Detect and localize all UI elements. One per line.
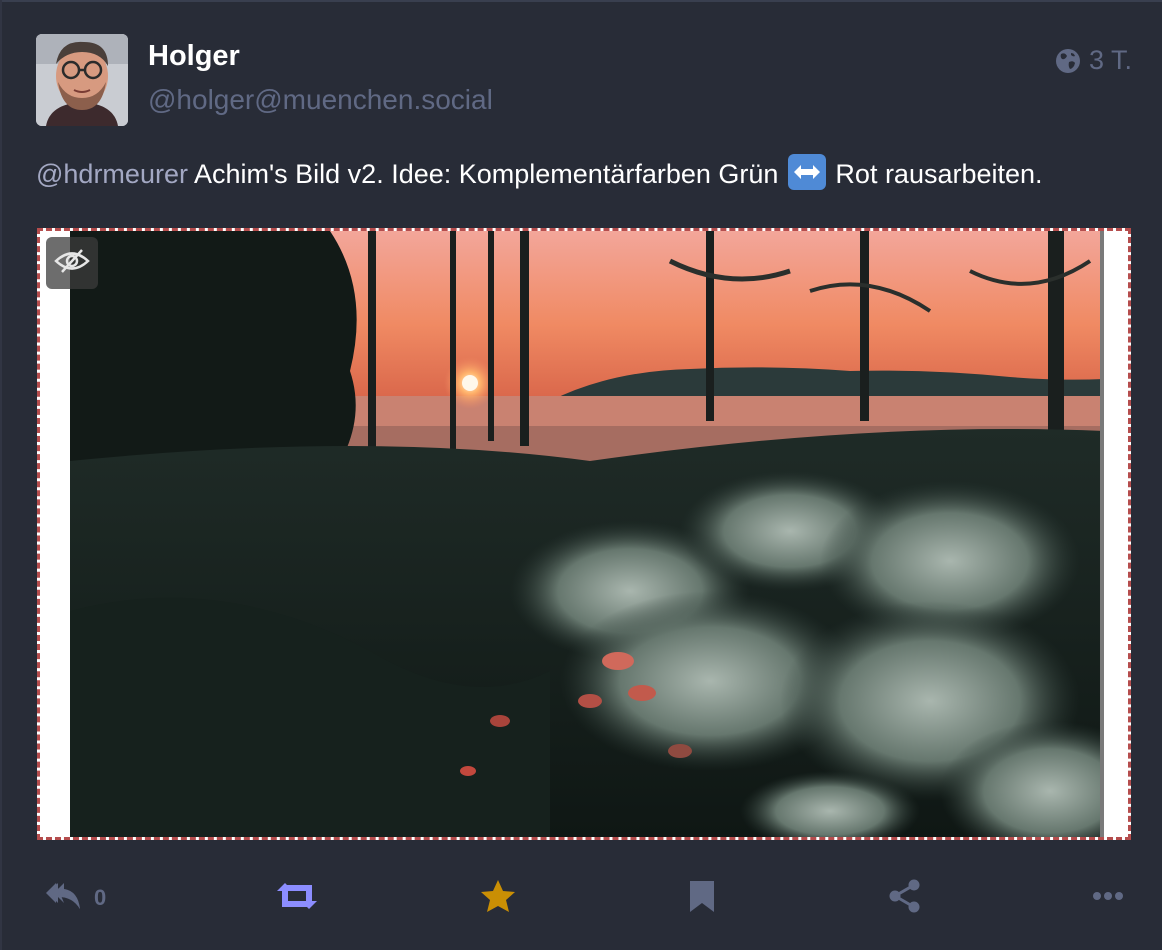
- boost-button[interactable]: [275, 870, 319, 926]
- status-meta[interactable]: 3 T.: [1055, 45, 1132, 76]
- share-icon: [888, 879, 922, 918]
- status-text-part-1: Achim's Bild v2. Idee: Komplementärfarbe…: [187, 159, 786, 189]
- relative-time[interactable]: 3 T.: [1089, 45, 1132, 76]
- mention-link[interactable]: @hdrmeurer: [36, 159, 188, 189]
- reply-all-icon: [44, 879, 84, 918]
- hide-media-button[interactable]: [46, 237, 98, 289]
- eye-slash-icon: [54, 248, 90, 279]
- ellipsis-icon: [1092, 889, 1124, 907]
- media-gallery[interactable]: [37, 228, 1131, 840]
- avatar[interactable]: [36, 34, 128, 126]
- retweet-icon: [275, 881, 319, 916]
- left-right-arrow-emoji-icon: [787, 154, 826, 190]
- star-icon: [480, 879, 516, 918]
- bookmark-button[interactable]: [688, 870, 716, 926]
- favourite-button[interactable]: [480, 870, 516, 926]
- more-button[interactable]: [1092, 870, 1124, 926]
- reply-count: 0: [94, 885, 107, 910]
- share-button[interactable]: [888, 870, 922, 926]
- display-name[interactable]: Holger: [148, 40, 240, 73]
- top-divider: [0, 0, 1162, 2]
- left-divider: [0, 0, 2, 950]
- status-action-bar: 0: [0, 870, 1162, 926]
- bookmark-icon: [688, 879, 716, 918]
- globe-icon: [1055, 48, 1081, 74]
- status-text-part-2: Rot rausarbeiten.: [827, 159, 1043, 189]
- status-content: @hdrmeurer Achim's Bild v2. Idee: Komple…: [36, 154, 1043, 190]
- media-image[interactable]: [70, 231, 1104, 837]
- account-handle[interactable]: @holger@muenchen.social: [148, 84, 493, 116]
- reply-button[interactable]: 0: [44, 870, 106, 926]
